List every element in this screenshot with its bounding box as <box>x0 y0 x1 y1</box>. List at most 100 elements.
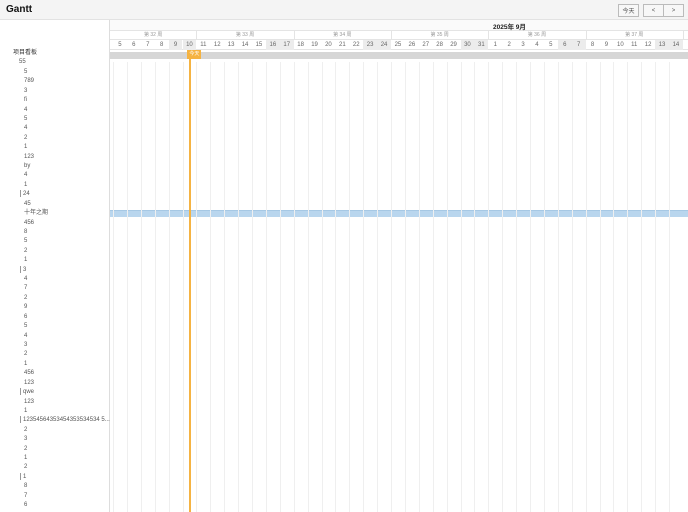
tree-item-label: 4 <box>24 125 28 132</box>
tree-item[interactable]: fi <box>24 96 27 104</box>
tree-item[interactable]: 2 <box>24 294 27 302</box>
tree-item-label: 789 <box>24 78 35 85</box>
tree-item-label: 123 <box>24 153 35 160</box>
day-label: 5 <box>549 42 553 48</box>
tree-item-label: by <box>24 163 31 170</box>
tree-item[interactable]: 7 <box>24 492 27 500</box>
tree-item[interactable]: 12354564353454353534534 5... <box>20 416 110 424</box>
today-button[interactable]: 今天 <box>618 4 639 17</box>
tree-item[interactable]: 789 <box>24 77 34 85</box>
tree-item-label: 5 <box>24 68 28 75</box>
tree-item[interactable]: 456 <box>24 369 34 377</box>
tree-item-label: 4 <box>24 106 28 113</box>
grid-line <box>502 62 504 512</box>
tree-item[interactable]: 2 <box>24 463 27 471</box>
tree-item-label: 2 <box>24 294 28 301</box>
prev-button[interactable]: < <box>643 4 664 17</box>
day-label: 1 <box>493 42 497 48</box>
day-label: 31 <box>477 42 485 48</box>
tree-item[interactable]: 5 <box>24 115 27 123</box>
tree-item[interactable]: 456 <box>24 219 34 227</box>
tree-item[interactable]: 4 <box>24 332 27 340</box>
tree-item[interactable]: 1 <box>24 407 27 415</box>
tree-item[interactable]: 1 <box>24 454 27 462</box>
tree-item[interactable]: 十年之期 <box>24 209 48 217</box>
tree-item-label: 6 <box>24 313 28 320</box>
day-label: 27 <box>422 42 430 48</box>
tree-item[interactable]: by <box>24 162 30 170</box>
tree-item-label: 45 <box>24 200 31 207</box>
tree-item[interactable]: 6 <box>24 313 27 321</box>
tree-root[interactable]: 项目看板 <box>13 49 37 57</box>
tree-item[interactable]: qwe <box>20 388 34 396</box>
tree-item[interactable]: 2 <box>24 134 27 142</box>
next-button[interactable]: > <box>663 4 684 17</box>
day-label: 12 <box>644 42 652 48</box>
day-label: 10 <box>616 42 624 48</box>
tree-item[interactable]: 2 <box>24 445 27 453</box>
tree-item[interactable]: 45 <box>24 200 31 208</box>
tree-item[interactable]: 5 <box>24 68 27 76</box>
tree-item-label: 24 <box>23 191 30 198</box>
grid-line <box>307 62 309 512</box>
tree-item[interactable]: 8 <box>24 482 27 490</box>
day-label: 5 <box>118 42 122 48</box>
week-label: 第 34 周 <box>333 32 352 38</box>
tree-item-label: qwe <box>23 389 35 396</box>
tree-item[interactable]: 3 <box>20 265 26 274</box>
tree-item[interactable]: 3 <box>24 87 27 95</box>
week-label: 第 37 周 <box>625 32 644 38</box>
tree-item[interactable]: 24 <box>20 190 30 198</box>
tree-item[interactable]: 9 <box>24 303 27 311</box>
day-label: 15 <box>255 42 263 48</box>
day-label: 13 <box>658 42 666 48</box>
tree-item[interactable]: 1 <box>20 472 26 481</box>
tree-item[interactable]: 3 <box>24 341 27 349</box>
day-label: 28 <box>436 42 443 48</box>
day-label: 8 <box>159 42 164 48</box>
tree-item[interactable]: 5 <box>24 237 27 245</box>
tree-item[interactable]: 123 <box>24 398 34 406</box>
tree-item-label: 8 <box>24 483 28 490</box>
tree-item[interactable]: 8 <box>24 228 27 236</box>
grid-line <box>474 62 476 512</box>
tree-item-label: 3 <box>24 436 28 443</box>
tree-item-label: 12354564353454353534534 5... <box>23 417 110 424</box>
tree-item[interactable]: 4 <box>24 106 27 114</box>
tree-item[interactable]: 123 <box>24 153 34 161</box>
tree-item-label: 5 <box>24 323 28 330</box>
tree-item[interactable]: 6 <box>24 501 27 509</box>
grid-line <box>168 62 170 512</box>
grid-line <box>224 62 226 512</box>
tree-item[interactable]: 1 <box>24 256 27 264</box>
tree-item-label: 1 <box>24 144 28 151</box>
tree-item-label: 5 <box>24 238 28 245</box>
grid-line <box>293 62 295 512</box>
tree-item[interactable]: 4 <box>24 275 27 283</box>
tree-item[interactable]: 4 <box>24 124 27 132</box>
grid-line <box>321 62 323 512</box>
day-label: 2 <box>507 42 511 48</box>
tree-item[interactable]: 4 <box>24 171 27 179</box>
tree-item[interactable]: 2 <box>24 350 27 358</box>
day-label: 20 <box>325 42 332 48</box>
page-title: Gantt <box>6 4 33 15</box>
tree-item[interactable]: 2 <box>24 426 27 434</box>
tree-item[interactable]: 3 <box>24 435 27 443</box>
tree-item[interactable]: 1 <box>24 143 27 151</box>
tree-item-label: 456 <box>24 219 35 226</box>
task-tree: 项目看板 55 5 789 3 fi 4 5 4 2 1 123 by 4 1 24 45 十年之期 456 8 5 2 1… <box>0 20 110 512</box>
tree-item-label: 2 <box>24 464 28 471</box>
tree-item[interactable]: 55 <box>19 58 26 66</box>
tree-item[interactable]: 1 <box>24 181 27 189</box>
tree-item-label: 1 <box>24 181 28 188</box>
tree-item[interactable]: 5 <box>24 322 27 330</box>
tree-item[interactable]: 2 <box>24 247 27 255</box>
tree-item-label: 7 <box>24 492 28 499</box>
day-label: 16 <box>269 42 277 48</box>
tree-item[interactable]: 123 <box>24 379 34 387</box>
item-marker <box>20 190 21 198</box>
day-label: 23 <box>366 42 374 48</box>
tree-item[interactable]: 7 <box>24 284 27 292</box>
tree-item[interactable]: 1 <box>24 360 27 368</box>
